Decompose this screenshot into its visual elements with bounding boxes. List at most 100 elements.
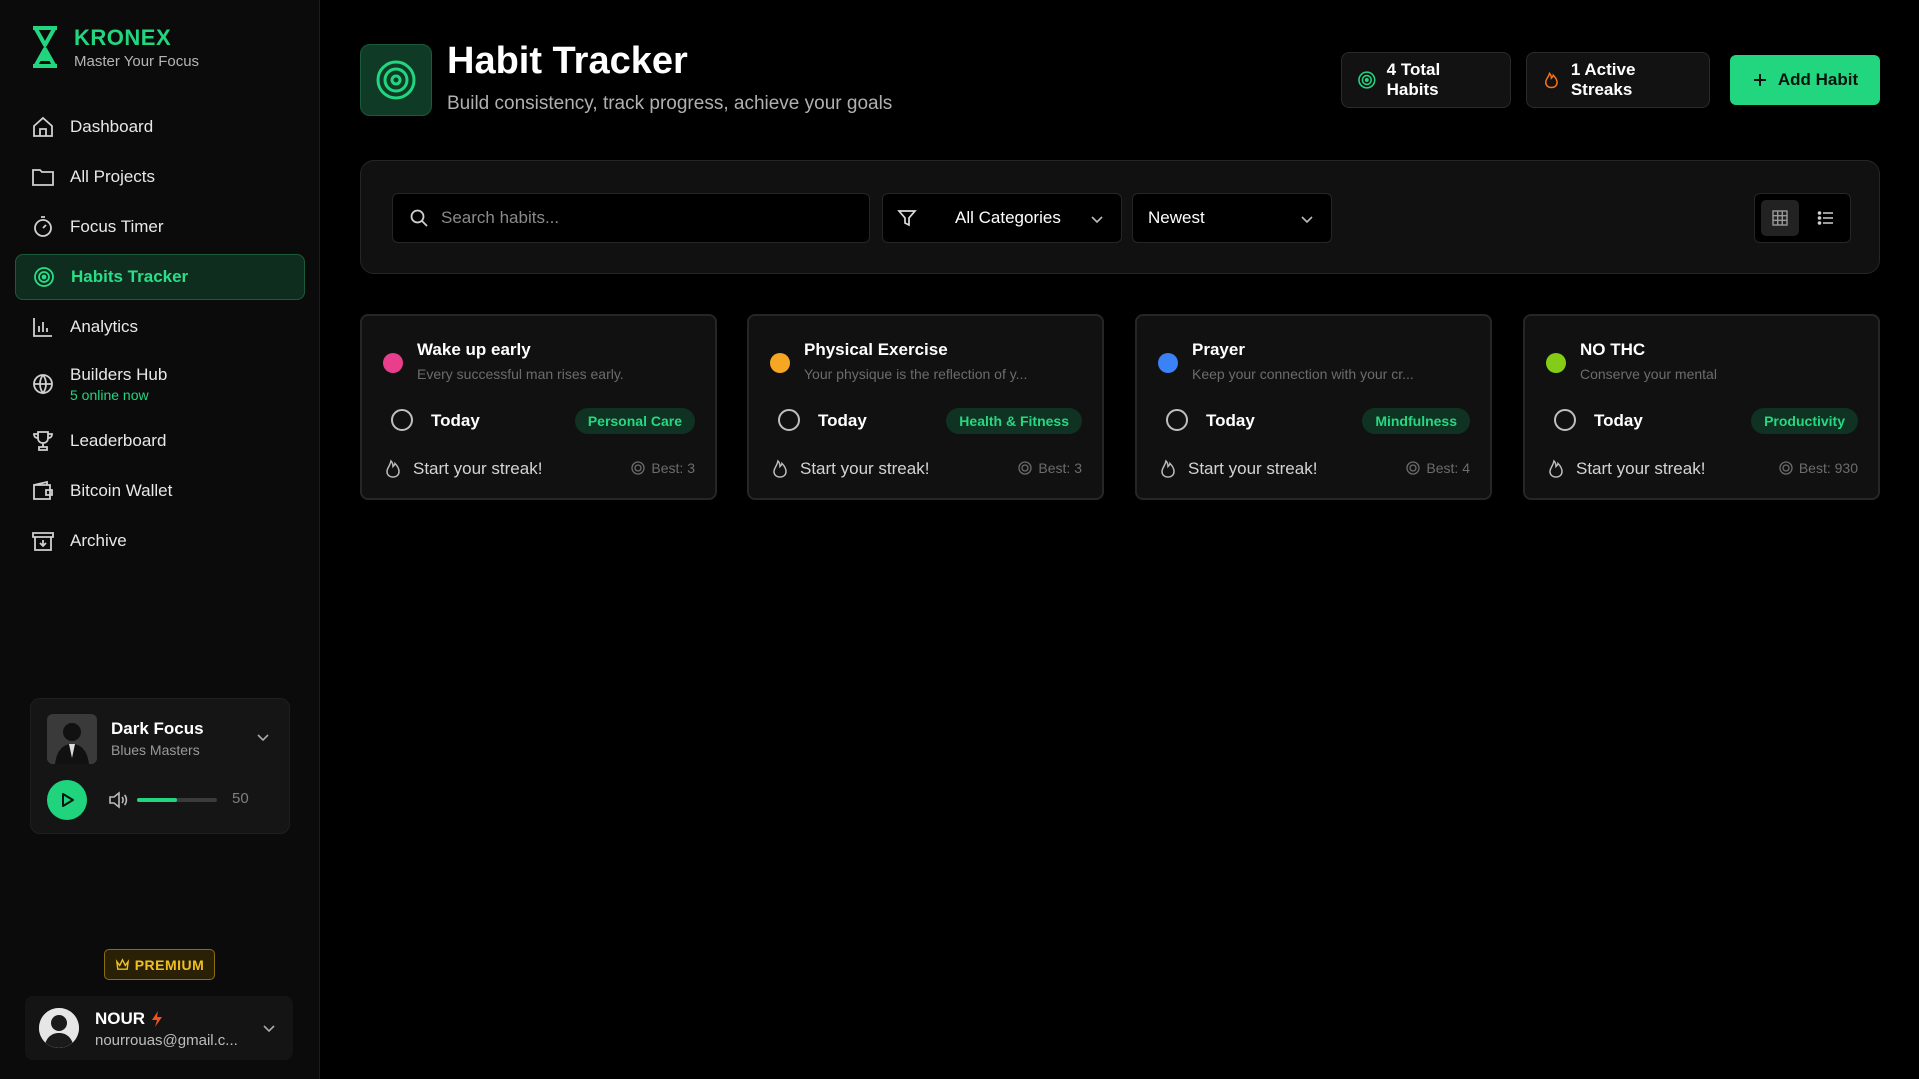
habit-today-label: Today bbox=[1206, 411, 1255, 430]
target-icon bbox=[1779, 461, 1793, 475]
search-icon bbox=[410, 209, 428, 227]
crown-icon bbox=[115, 958, 129, 970]
music-player: Dark Focus Blues Masters 50 bbox=[30, 698, 290, 834]
view-toggle bbox=[1754, 193, 1851, 243]
total-habits-label: 4 Total Habits bbox=[1386, 60, 1441, 99]
habit-card[interactable]: Prayer Keep your connection with your cr… bbox=[1135, 314, 1492, 500]
sidebar-item-focus-timer[interactable]: Focus Timer bbox=[15, 204, 305, 250]
habit-description: Your physique is the reflection of y... bbox=[804, 366, 1028, 382]
habit-color-dot bbox=[383, 353, 403, 373]
sidebar-item-habits-tracker[interactable]: Habits Tracker bbox=[15, 254, 305, 300]
habit-best-streak: Best: 3 bbox=[631, 460, 695, 476]
list-view-button[interactable] bbox=[1807, 200, 1845, 236]
brand[interactable]: KRONEX Master Your Focus bbox=[30, 25, 199, 70]
category-select[interactable]: All Categories bbox=[882, 193, 1122, 243]
filter-icon bbox=[897, 210, 917, 227]
flame-icon bbox=[386, 459, 400, 478]
user-email: nourrouas@gmail.c... bbox=[95, 1032, 238, 1049]
habit-best-value: Best: 3 bbox=[651, 460, 695, 476]
globe-icon bbox=[30, 371, 56, 397]
habit-today-label: Today bbox=[431, 411, 480, 430]
sidebar-item-label: Builders Hub bbox=[70, 365, 168, 384]
sidebar-item-dashboard[interactable]: Dashboard bbox=[15, 104, 305, 150]
premium-label: PREMIUM bbox=[134, 956, 205, 973]
album-art bbox=[47, 714, 97, 764]
target-icon bbox=[1018, 461, 1033, 475]
sort-value: Newest bbox=[1148, 208, 1205, 227]
habit-title: Physical Exercise bbox=[804, 340, 948, 359]
volume-slider[interactable] bbox=[137, 798, 217, 802]
habit-color-dot bbox=[1546, 353, 1566, 373]
avatar bbox=[39, 1008, 79, 1048]
habit-title: NO THC bbox=[1580, 340, 1646, 359]
user-profile[interactable]: NOUR nourrouas@gmail.c... bbox=[25, 996, 293, 1060]
habit-best-streak: Best: 3 bbox=[1018, 460, 1082, 476]
habit-description: Keep your connection with your cr... bbox=[1192, 366, 1414, 382]
wallet-icon bbox=[30, 478, 56, 504]
grid-view-button[interactable] bbox=[1761, 200, 1799, 236]
volume-value: 50 bbox=[232, 790, 249, 807]
active-streaks-stat: 1 Active Streaks bbox=[1526, 52, 1710, 108]
search-input[interactable] bbox=[441, 194, 861, 242]
sidebar-item-archive[interactable]: Archive bbox=[15, 518, 305, 564]
list-icon bbox=[1817, 211, 1833, 225]
sidebar-item-analytics[interactable]: Analytics bbox=[15, 304, 305, 350]
filter-toolbar: All Categories Newest bbox=[360, 160, 1880, 274]
habit-streak-text: Start your streak! bbox=[413, 459, 543, 478]
habit-complete-toggle[interactable] bbox=[778, 409, 800, 431]
sidebar-item-bitcoin-wallet[interactable]: Bitcoin Wallet bbox=[15, 468, 305, 514]
habit-streak-text: Start your streak! bbox=[1188, 459, 1318, 478]
sidebar-item-label: Focus Timer bbox=[70, 217, 164, 236]
folder-icon bbox=[30, 164, 56, 190]
sort-select[interactable]: Newest bbox=[1132, 193, 1332, 243]
brand-name: KRONEX bbox=[74, 25, 172, 50]
habit-card[interactable]: NO THC Conserve your mental Today Produc… bbox=[1523, 314, 1880, 500]
chevron-down-icon bbox=[1301, 216, 1313, 224]
habit-best-value: Best: 930 bbox=[1798, 460, 1858, 476]
sidebar-item-label: All Projects bbox=[70, 167, 156, 186]
active-streaks-label: 1 Active Streaks bbox=[1570, 60, 1636, 99]
trophy-icon bbox=[30, 428, 56, 454]
habit-best-streak: Best: 930 bbox=[1779, 460, 1858, 476]
sidebar-item-label: Dashboard bbox=[70, 117, 154, 136]
sidebar-item-label: Bitcoin Wallet bbox=[70, 481, 173, 500]
play-icon bbox=[62, 793, 74, 807]
habit-today-label: Today bbox=[818, 411, 867, 430]
habit-card[interactable]: Wake up early Every successful man rises… bbox=[360, 314, 717, 500]
category-value: All Categories bbox=[955, 208, 1061, 227]
habit-category-badge: Personal Care bbox=[574, 408, 695, 434]
habit-complete-toggle[interactable] bbox=[391, 409, 413, 431]
home-icon bbox=[30, 114, 56, 140]
lightning-icon bbox=[152, 1011, 163, 1027]
habit-category-badge: Productivity bbox=[1751, 408, 1858, 434]
flame-icon bbox=[773, 459, 787, 478]
sidebar-item-all-projects[interactable]: All Projects bbox=[15, 154, 305, 200]
habit-description: Conserve your mental bbox=[1580, 366, 1717, 382]
page-subtitle: Build consistency, track progress, achie… bbox=[447, 93, 893, 114]
chevron-down-icon[interactable] bbox=[261, 1020, 277, 1036]
premium-badge[interactable]: PREMIUM bbox=[104, 949, 215, 980]
habit-complete-toggle[interactable] bbox=[1554, 409, 1576, 431]
habit-card[interactable]: Physical Exercise Your physique is the r… bbox=[747, 314, 1104, 500]
habit-grid: Wake up early Every successful man rises… bbox=[360, 314, 1880, 500]
track-artist: Blues Masters bbox=[111, 742, 200, 758]
volume-icon[interactable] bbox=[107, 789, 129, 811]
total-habits-stat: 4 Total Habits bbox=[1341, 52, 1511, 108]
track-title: Dark Focus bbox=[111, 719, 204, 738]
timer-icon bbox=[30, 214, 56, 240]
flame-icon bbox=[1549, 459, 1563, 478]
habit-category-badge: Health & Fitness bbox=[946, 408, 1082, 434]
add-habit-button[interactable]: Add Habit bbox=[1730, 55, 1880, 105]
search-box[interactable] bbox=[392, 193, 870, 243]
habit-best-value: Best: 4 bbox=[1426, 460, 1470, 476]
sidebar-item-label: Leaderboard bbox=[70, 431, 167, 450]
habit-title: Prayer bbox=[1192, 340, 1245, 359]
chevron-down-icon[interactable] bbox=[255, 729, 271, 745]
habit-color-dot bbox=[1158, 353, 1178, 373]
habit-complete-toggle[interactable] bbox=[1166, 409, 1188, 431]
sidebar-item-leaderboard[interactable]: Leaderboard bbox=[15, 418, 305, 464]
play-button[interactable] bbox=[47, 780, 87, 820]
user-name-row: NOUR bbox=[95, 1009, 164, 1029]
sidebar-item-builders-hub[interactable]: Builders Hub 5 online now bbox=[15, 354, 305, 414]
sidebar-item-label: Analytics bbox=[70, 317, 139, 336]
